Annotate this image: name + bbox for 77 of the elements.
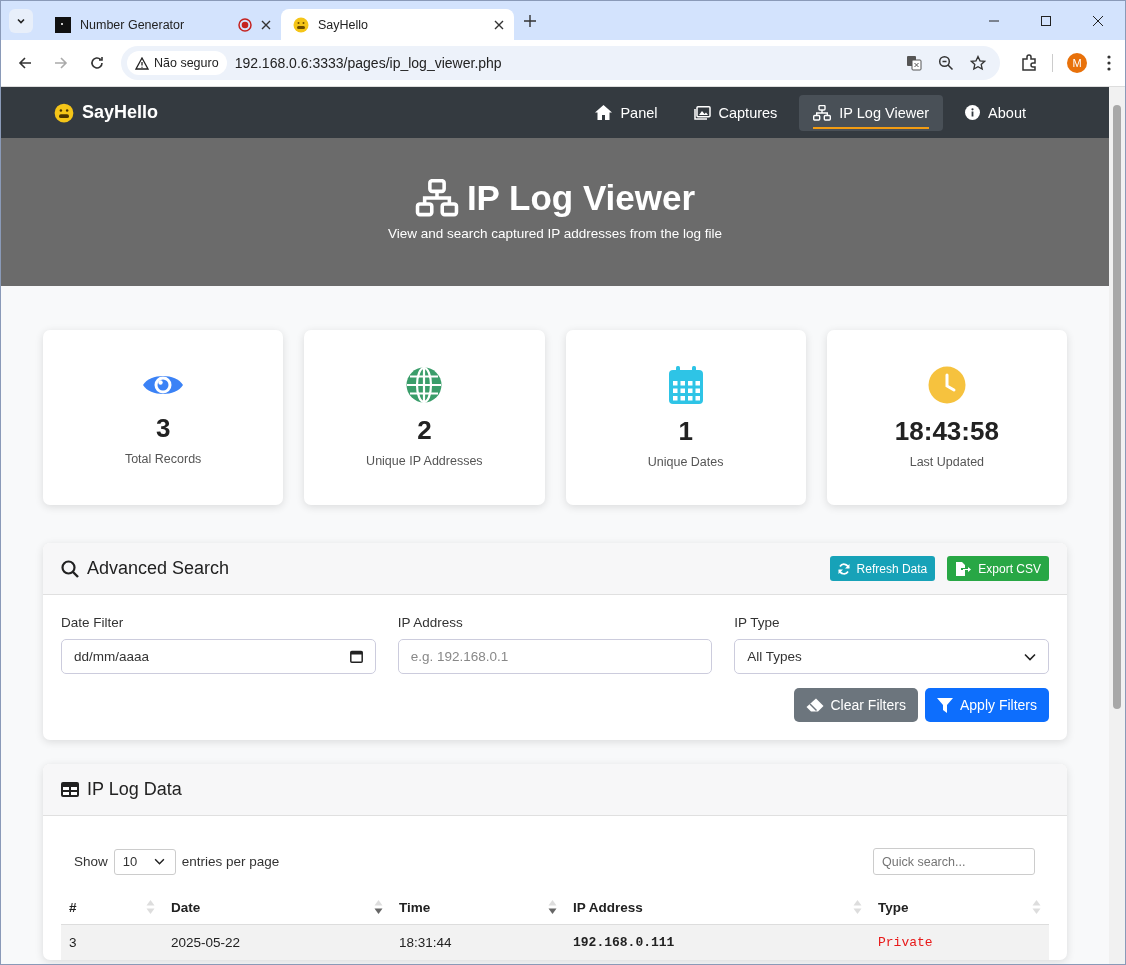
- show-label: Show: [74, 854, 108, 869]
- maximize-icon[interactable]: [1041, 15, 1051, 26]
- page-size-select[interactable]: 10: [113, 848, 176, 875]
- page-title: IP Log Viewer: [466, 177, 696, 218]
- warning-icon: [135, 56, 149, 70]
- ip-type-select[interactable]: All Types: [734, 639, 1049, 674]
- stat-label: Last Updated: [909, 455, 985, 469]
- per-page-label: entries per page: [181, 854, 280, 869]
- new-tab-icon[interactable]: [524, 14, 536, 27]
- close-icon[interactable]: [494, 19, 504, 30]
- home-icon: [595, 105, 613, 120]
- close-icon[interactable]: [1093, 15, 1103, 26]
- column-header[interactable]: Time: [391, 889, 565, 925]
- column-header[interactable]: #: [61, 889, 163, 925]
- table-cell: 192.168.0.111: [565, 924, 870, 960]
- nav-link[interactable]: IP Log Viewer: [799, 94, 944, 131]
- field-label: IP Address: [397, 615, 464, 630]
- table-icon: [61, 782, 79, 797]
- field-label: IP Type: [734, 615, 781, 630]
- network-icon: [414, 178, 459, 217]
- network-icon: [813, 104, 832, 121]
- nav-link[interactable]: About: [951, 94, 1040, 131]
- star-icon[interactable]: [970, 55, 986, 71]
- back-icon[interactable]: [17, 55, 33, 71]
- stat-label: Unique Dates: [647, 455, 724, 469]
- column-header[interactable]: IP Address: [565, 889, 870, 925]
- column-header[interactable]: Type: [870, 889, 1049, 925]
- zoom-icon[interactable]: [938, 55, 954, 71]
- table-cell: 3: [61, 924, 163, 960]
- security-chip[interactable]: Não seguro: [127, 51, 227, 75]
- translate-icon[interactable]: [906, 55, 922, 71]
- ip-address-field[interactable]: e.g. 192.168.0.1: [397, 639, 713, 674]
- table-cell: 18:31:44: [391, 924, 565, 960]
- nav-link[interactable]: Panel: [581, 94, 672, 131]
- clear-filters-button[interactable]: Clear Filters: [793, 688, 918, 722]
- reload-icon[interactable]: [89, 55, 105, 71]
- stat-value: 2: [417, 415, 432, 446]
- info-icon: [965, 105, 981, 120]
- quick-search-field[interactable]: Quick search...: [873, 848, 1035, 875]
- recording-icon: [238, 17, 252, 32]
- search-icon: [61, 559, 79, 578]
- stat-value: 1: [678, 416, 693, 447]
- stat-value: 3: [155, 413, 171, 444]
- brand-link[interactable]: SayHello: [54, 102, 159, 123]
- images-icon: [693, 105, 711, 120]
- table-cell: 2025-05-22: [163, 924, 391, 960]
- security-label: Não seguro: [154, 56, 219, 70]
- smiley-icon: [293, 16, 309, 33]
- file-export-icon: [955, 561, 972, 576]
- chevron-icon: [153, 858, 165, 865]
- scrollbar[interactable]: [1109, 87, 1125, 964]
- calendar-icon: [349, 650, 363, 663]
- field-label: Date Filter: [61, 615, 125, 630]
- page-subtitle: View and search captured IP addresses from the log file: [387, 225, 723, 241]
- date-field[interactable]: dd/mm/aaaa: [61, 639, 376, 674]
- extensions-icon[interactable]: [1020, 54, 1038, 72]
- stat-label: Total Records: [124, 452, 202, 466]
- address-bar[interactable]: Não seguro 192.168.0.6:3333/pages/ip_log_viewer.php: [121, 46, 1000, 80]
- filter-icon: [936, 697, 953, 713]
- close-icon[interactable]: [261, 19, 271, 30]
- menu-icon[interactable]: [1107, 55, 1111, 71]
- apply-filters-button[interactable]: Apply Filters: [924, 688, 1049, 722]
- table-cell: Private: [870, 924, 1049, 960]
- column-header[interactable]: Date: [163, 889, 391, 925]
- panel-title: Advanced Search: [87, 558, 230, 579]
- stat-value: 18:43:58: [894, 416, 999, 447]
- stat-label: Unique IP Addresses: [366, 454, 483, 468]
- browser-tab[interactable]: Number Generator: [43, 9, 281, 40]
- panel-title: IP Log Data: [87, 779, 182, 800]
- url-text: 192.168.0.6:3333/pages/ip_log_viewer.php: [234, 55, 502, 71]
- favicon-icon: [55, 16, 71, 33]
- browser-tab[interactable]: SayHello: [281, 9, 514, 40]
- chevron-icon: [1024, 652, 1036, 661]
- eraser-icon: [805, 698, 824, 712]
- smiley-icon: [54, 102, 74, 123]
- refresh-icon: [837, 562, 850, 575]
- nav-link[interactable]: Captures: [679, 94, 792, 131]
